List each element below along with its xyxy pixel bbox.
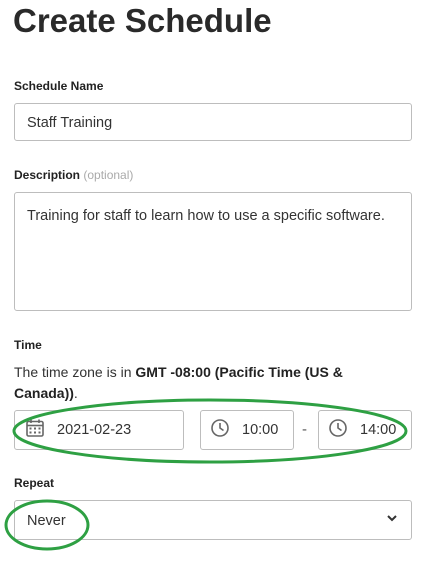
clock-icon [328,418,348,442]
timezone-suffix: . [73,385,78,401]
description-label: Description (optional) [14,168,133,182]
calendar-icon [25,418,45,442]
page-title: Create Schedule [13,2,272,39]
description-textarea[interactable]: Training for staff to learn how to use a… [14,192,412,311]
optional-hint: (optional) [83,168,134,182]
start-time-value: 10:00 [242,422,279,438]
schedule-name-label: Schedule Name [14,79,104,93]
repeat-select[interactable]: Never [14,500,412,540]
timezone-prefix: The time zone is in [14,364,136,380]
end-time-value: 14:00 [360,422,397,438]
end-time-picker[interactable]: 14:00 [318,410,412,450]
timezone-note: The time zone is in GMT -08:00 (Pacific … [14,362,394,404]
start-time-picker[interactable]: 10:00 [200,410,294,450]
date-picker[interactable]: 2021-02-23 [14,410,184,450]
time-label: Time [14,338,42,352]
time-range-separator: - [302,421,307,438]
clock-icon [210,418,230,442]
repeat-value: Never [27,513,66,529]
schedule-name-input[interactable]: Staff Training [14,103,412,141]
description-label-text: Description [14,168,81,182]
repeat-label: Repeat [14,476,55,490]
date-value: 2021-02-23 [57,422,132,438]
chevron-down-icon [385,511,399,529]
